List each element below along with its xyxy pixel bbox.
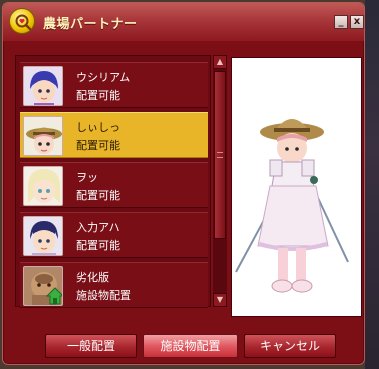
avatar [23,116,63,156]
partner-name: ヲッ [76,171,98,184]
general-placement-button[interactable]: 一般配置 [45,334,137,358]
farm-partner-window: 農場パートナー _ x ウシリアム 配置可能 しぃしっ 配置可能 ヲッ 配置可能… [2,2,365,365]
partner-status: 配置可能 [76,139,120,152]
partner-status: 配置可能 [76,239,120,252]
partner-item-3[interactable]: ヲッ 配置可能 [20,162,208,208]
titlebar[interactable]: 農場パートナー _ x [3,3,364,41]
background-strip [365,0,379,369]
facility-placement-button[interactable]: 施設物配置 [143,334,238,358]
avatar [23,66,63,106]
avatar [23,216,63,256]
minimize-button[interactable]: _ [334,15,348,29]
partner-name: しぃしっ [76,121,120,134]
partner-name: 劣化版 [76,271,109,284]
partner-item-5[interactable]: 劣化版 施設物配置 [20,262,208,308]
character-preview [231,57,362,317]
avatar [23,266,63,306]
scroll-down-arrow[interactable]: ▼ [213,293,227,307]
cancel-button[interactable]: キャンセル [244,334,336,358]
partner-list: ウシリアム 配置可能 しぃしっ 配置可能 ヲッ 配置可能 入力アハ 配置可能 劣… [15,55,211,308]
partner-status: 配置可能 [76,89,120,102]
partner-status: 施設物配置 [76,289,131,302]
partner-item-1[interactable]: ウシリアム 配置可能 [20,62,208,108]
house-icon [46,287,62,305]
partner-name: ウシリアム [76,71,131,84]
partner-status: 配置可能 [76,189,120,202]
scroll-thumb[interactable] [214,71,226,239]
partner-item-4[interactable]: 入力アハ 配置可能 [20,212,208,258]
partner-item-2[interactable]: しぃしっ 配置可能 [20,112,208,158]
window-title: 農場パートナー [43,17,138,32]
search-heart-icon [9,8,35,34]
list-scrollbar[interactable]: ▲ ▼ [213,55,227,307]
close-button[interactable]: x [350,15,364,29]
scroll-up-arrow[interactable]: ▲ [213,55,227,69]
partner-name: 入力アハ [76,221,120,234]
thumb-grip [217,152,223,158]
avatar [23,166,63,206]
